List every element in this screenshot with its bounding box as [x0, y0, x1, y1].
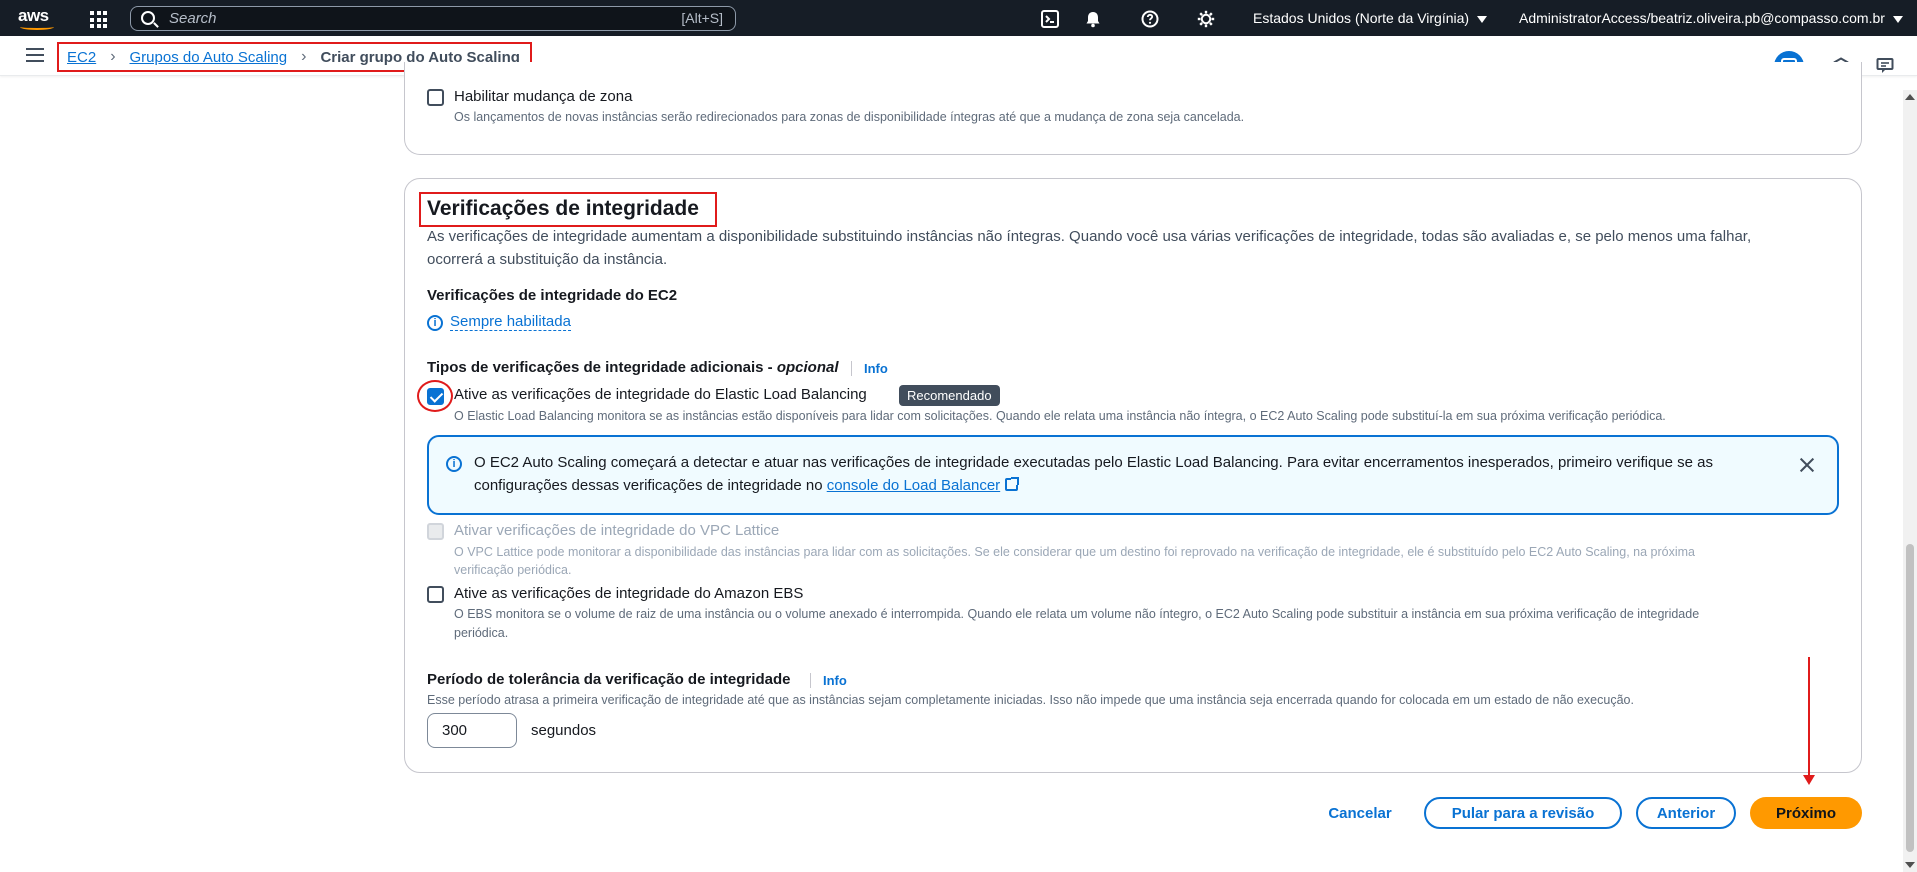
menu-icon[interactable]: [26, 48, 44, 62]
ec2-health-label: Verificações de integridade do EC2: [427, 287, 678, 304]
annotation-arrow: [1808, 657, 1810, 775]
health-checks-title: Verificações de integridade: [427, 197, 699, 220]
close-icon[interactable]: [1798, 456, 1816, 474]
divider: [851, 361, 852, 376]
grace-period-label: Período de tolerância da verificação de …: [427, 671, 791, 688]
optional-tag: opcional: [776, 359, 839, 376]
services-grid-icon[interactable]: [90, 11, 107, 28]
elb-health-label: Ative as verificações de integridade do …: [454, 386, 867, 403]
breadcrumb-ec2[interactable]: EC2: [67, 49, 96, 66]
search-box[interactable]: [Alt+S]: [130, 6, 736, 31]
info-circle-icon: i: [446, 456, 462, 472]
next-button[interactable]: Próximo: [1750, 797, 1862, 829]
zone-shift-description: Os lançamentos de novas instâncias serão…: [454, 110, 1245, 124]
caret-down-icon: [1892, 15, 1903, 23]
previous-button[interactable]: Anterior: [1636, 797, 1736, 829]
cancel-button[interactable]: Cancelar: [1310, 797, 1410, 829]
recommended-badge: Recomendado: [899, 385, 1000, 406]
zone-shift-label: Habilitar mudança de zona: [454, 88, 633, 105]
search-shortcut-hint: [Alt+S]: [681, 10, 723, 26]
load-balancer-console-link[interactable]: console do Load Balancer: [827, 477, 1000, 494]
region-label: Estados Unidos (Norte da Virgínia): [1253, 10, 1470, 26]
grace-period-description: Esse período atrasa a primeira verificaç…: [427, 693, 1634, 707]
grace-period-unit: segundos: [531, 722, 597, 739]
ec2-health-status[interactable]: Sempre habilitada: [450, 313, 571, 331]
health-checks-description-2: ocorrerá a substituição da instância.: [427, 251, 668, 268]
feedback-icon[interactable]: [1870, 51, 1900, 81]
annotation-arrow-head: [1803, 775, 1815, 785]
additional-health-label: Tipos de verificações de integridade adi…: [427, 359, 839, 376]
health-checks-description-1: As verificações de integridade aumentam …: [427, 228, 1752, 245]
account-menu[interactable]: AdministratorAccess/beatriz.oliveira.pb@…: [1519, 10, 1903, 26]
account-label: AdministratorAccess/beatriz.oliveira.pb@…: [1519, 10, 1885, 26]
caret-down-icon: [1477, 15, 1488, 23]
grace-period-input[interactable]: [427, 713, 517, 748]
ebs-health-label: Ative as verificações de integridade do …: [454, 585, 804, 602]
info-link[interactable]: Info: [823, 673, 847, 688]
alert-text-2-prefix: configurações dessas verificações de int…: [474, 477, 827, 494]
alert-text-1: O EC2 Auto Scaling começará a detectar e…: [474, 454, 1714, 471]
chevron-right-icon: ›: [301, 48, 307, 65]
scrollbar-thumb[interactable]: [1906, 544, 1914, 852]
vpc-lattice-checkbox[interactable]: [427, 523, 444, 540]
elb-health-description: O Elastic Load Balancing monitora se as …: [454, 409, 1666, 423]
info-link[interactable]: Info: [864, 361, 888, 376]
chevron-right-icon: ›: [110, 48, 116, 65]
external-link-icon: [1005, 477, 1020, 491]
info-circle-icon: i: [427, 315, 443, 331]
vpc-lattice-label: Ativar verificações de integridade do VP…: [454, 522, 780, 539]
divider: [810, 673, 811, 688]
alert-text-2: configurações dessas verificações de int…: [474, 477, 1020, 494]
bell-icon[interactable]: [1083, 9, 1103, 29]
aws-logo-text: aws: [18, 6, 49, 25]
scroll-up-icon[interactable]: [1905, 94, 1915, 100]
skip-to-review-button[interactable]: Pular para a revisão: [1424, 797, 1622, 829]
ebs-health-checkbox[interactable]: [427, 586, 444, 603]
additional-health-label-text: Tipos de verificações de integridade adi…: [427, 359, 777, 376]
zone-shift-checkbox[interactable]: [427, 89, 444, 106]
cloudshell-icon[interactable]: [1040, 9, 1060, 29]
vpc-lattice-description-1: O VPC Lattice pode monitorar a disponibi…: [454, 545, 1695, 559]
region-selector[interactable]: Estados Unidos (Norte da Virgínia): [1253, 10, 1488, 26]
zone-shift-panel: [404, 62, 1862, 155]
help-icon[interactable]: [1140, 9, 1160, 29]
ebs-health-description-1: O EBS monitora se o volume de raiz de um…: [454, 607, 1700, 621]
gear-icon[interactable]: [1196, 9, 1216, 29]
search-icon: [141, 11, 155, 25]
top-navigation-bar: aws [Alt+S] Estados Unidos (Norte da Vir…: [0, 0, 1917, 36]
scroll-down-icon[interactable]: [1905, 862, 1915, 868]
info-alert: [427, 435, 1839, 515]
vpc-lattice-description-2: verificação periódica.: [454, 563, 572, 577]
elb-health-checkbox[interactable]: [427, 388, 444, 405]
ebs-health-description-2: periódica.: [454, 626, 509, 640]
aws-logo[interactable]: aws: [18, 6, 58, 32]
aws-smile-icon: [20, 24, 54, 30]
breadcrumb-auto-scaling-groups[interactable]: Grupos do Auto Scaling: [130, 49, 288, 66]
search-input[interactable]: [169, 9, 569, 28]
